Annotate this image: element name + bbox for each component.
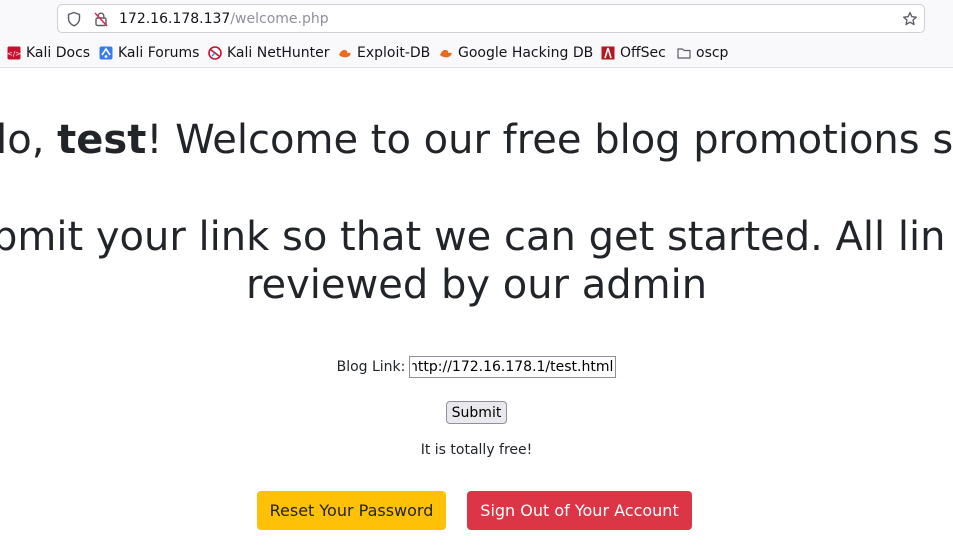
- submit-row: Submit: [0, 401, 953, 424]
- instruction-line-2: reviewed by our admin: [245, 262, 708, 308]
- svg-text:</>: </>: [7, 50, 21, 58]
- url-host: 172.16.178.137: [119, 11, 231, 27]
- free-note: It is totally free!: [420, 442, 533, 458]
- blog-link-label: Blog Link:: [336, 359, 406, 375]
- blog-link-input[interactable]: [409, 356, 617, 378]
- submit-button[interactable]: Submit: [445, 401, 508, 424]
- bookmark-label: Kali Forums: [118, 45, 200, 61]
- browser-toolbar: 172.16.178.137/welcome.php: [0, 0, 953, 40]
- kali-nethunter-icon: [208, 46, 222, 60]
- insecure-lock-icon[interactable]: [93, 11, 109, 27]
- bookmark-kali-docs[interactable]: </> Kali Docs: [7, 44, 90, 62]
- bookmark-folder-oscp[interactable]: oscp: [677, 44, 728, 62]
- bookmark-star-icon[interactable]: [902, 11, 918, 27]
- bookmark-label: Google Hacking DB: [458, 45, 594, 61]
- page-content: llo, test! Welcome to our free blog prom…: [0, 68, 953, 553]
- url-text[interactable]: 172.16.178.137/welcome.php: [119, 10, 329, 28]
- username: test: [57, 117, 147, 163]
- offsec-icon: [601, 46, 615, 60]
- sign-out-button[interactable]: Sign Out of Your Account: [467, 491, 692, 530]
- bookmark-exploit-db[interactable]: Exploit-DB: [338, 44, 430, 62]
- bookmark-label: Kali NetHunter: [227, 45, 330, 61]
- bookmark-offsec[interactable]: OffSec: [601, 44, 666, 62]
- kali-docs-icon: </>: [7, 46, 21, 60]
- url-path: /welcome.php: [230, 11, 329, 27]
- bookmark-label: Kali Docs: [26, 45, 91, 61]
- bookmark-kali-nethunter[interactable]: Kali NetHunter: [208, 44, 329, 62]
- blog-link-row: Blog Link:: [0, 356, 953, 378]
- bookmark-google-hacking-db[interactable]: Google Hacking DB: [439, 44, 593, 62]
- welcome-heading: llo, test! Welcome to our free blog prom…: [0, 116, 953, 164]
- greeting-suffix: ! Welcome to our free blog promotions s: [146, 117, 953, 163]
- greeting-prefix: llo,: [0, 117, 45, 163]
- folder-icon: [677, 48, 691, 59]
- bookmark-label: OffSec: [620, 45, 666, 61]
- reset-password-button[interactable]: Reset Your Password: [257, 491, 446, 530]
- kali-forums-icon: [99, 46, 113, 60]
- google-hacking-db-icon: [440, 50, 452, 58]
- shield-icon[interactable]: [66, 11, 82, 27]
- address-bar[interactable]: 172.16.178.137/welcome.php: [57, 4, 925, 33]
- exploit-db-icon: [339, 50, 351, 58]
- instruction-line-1: bmit your link so that we can get starte…: [0, 214, 946, 260]
- bookmark-label: oscp: [696, 45, 729, 61]
- bookmark-label: Exploit-DB: [357, 45, 431, 61]
- bookmarks-toolbar: </> Kali Docs Kali Forums Kali NetHunter…: [0, 40, 953, 68]
- bookmark-kali-forums[interactable]: Kali Forums: [99, 44, 199, 62]
